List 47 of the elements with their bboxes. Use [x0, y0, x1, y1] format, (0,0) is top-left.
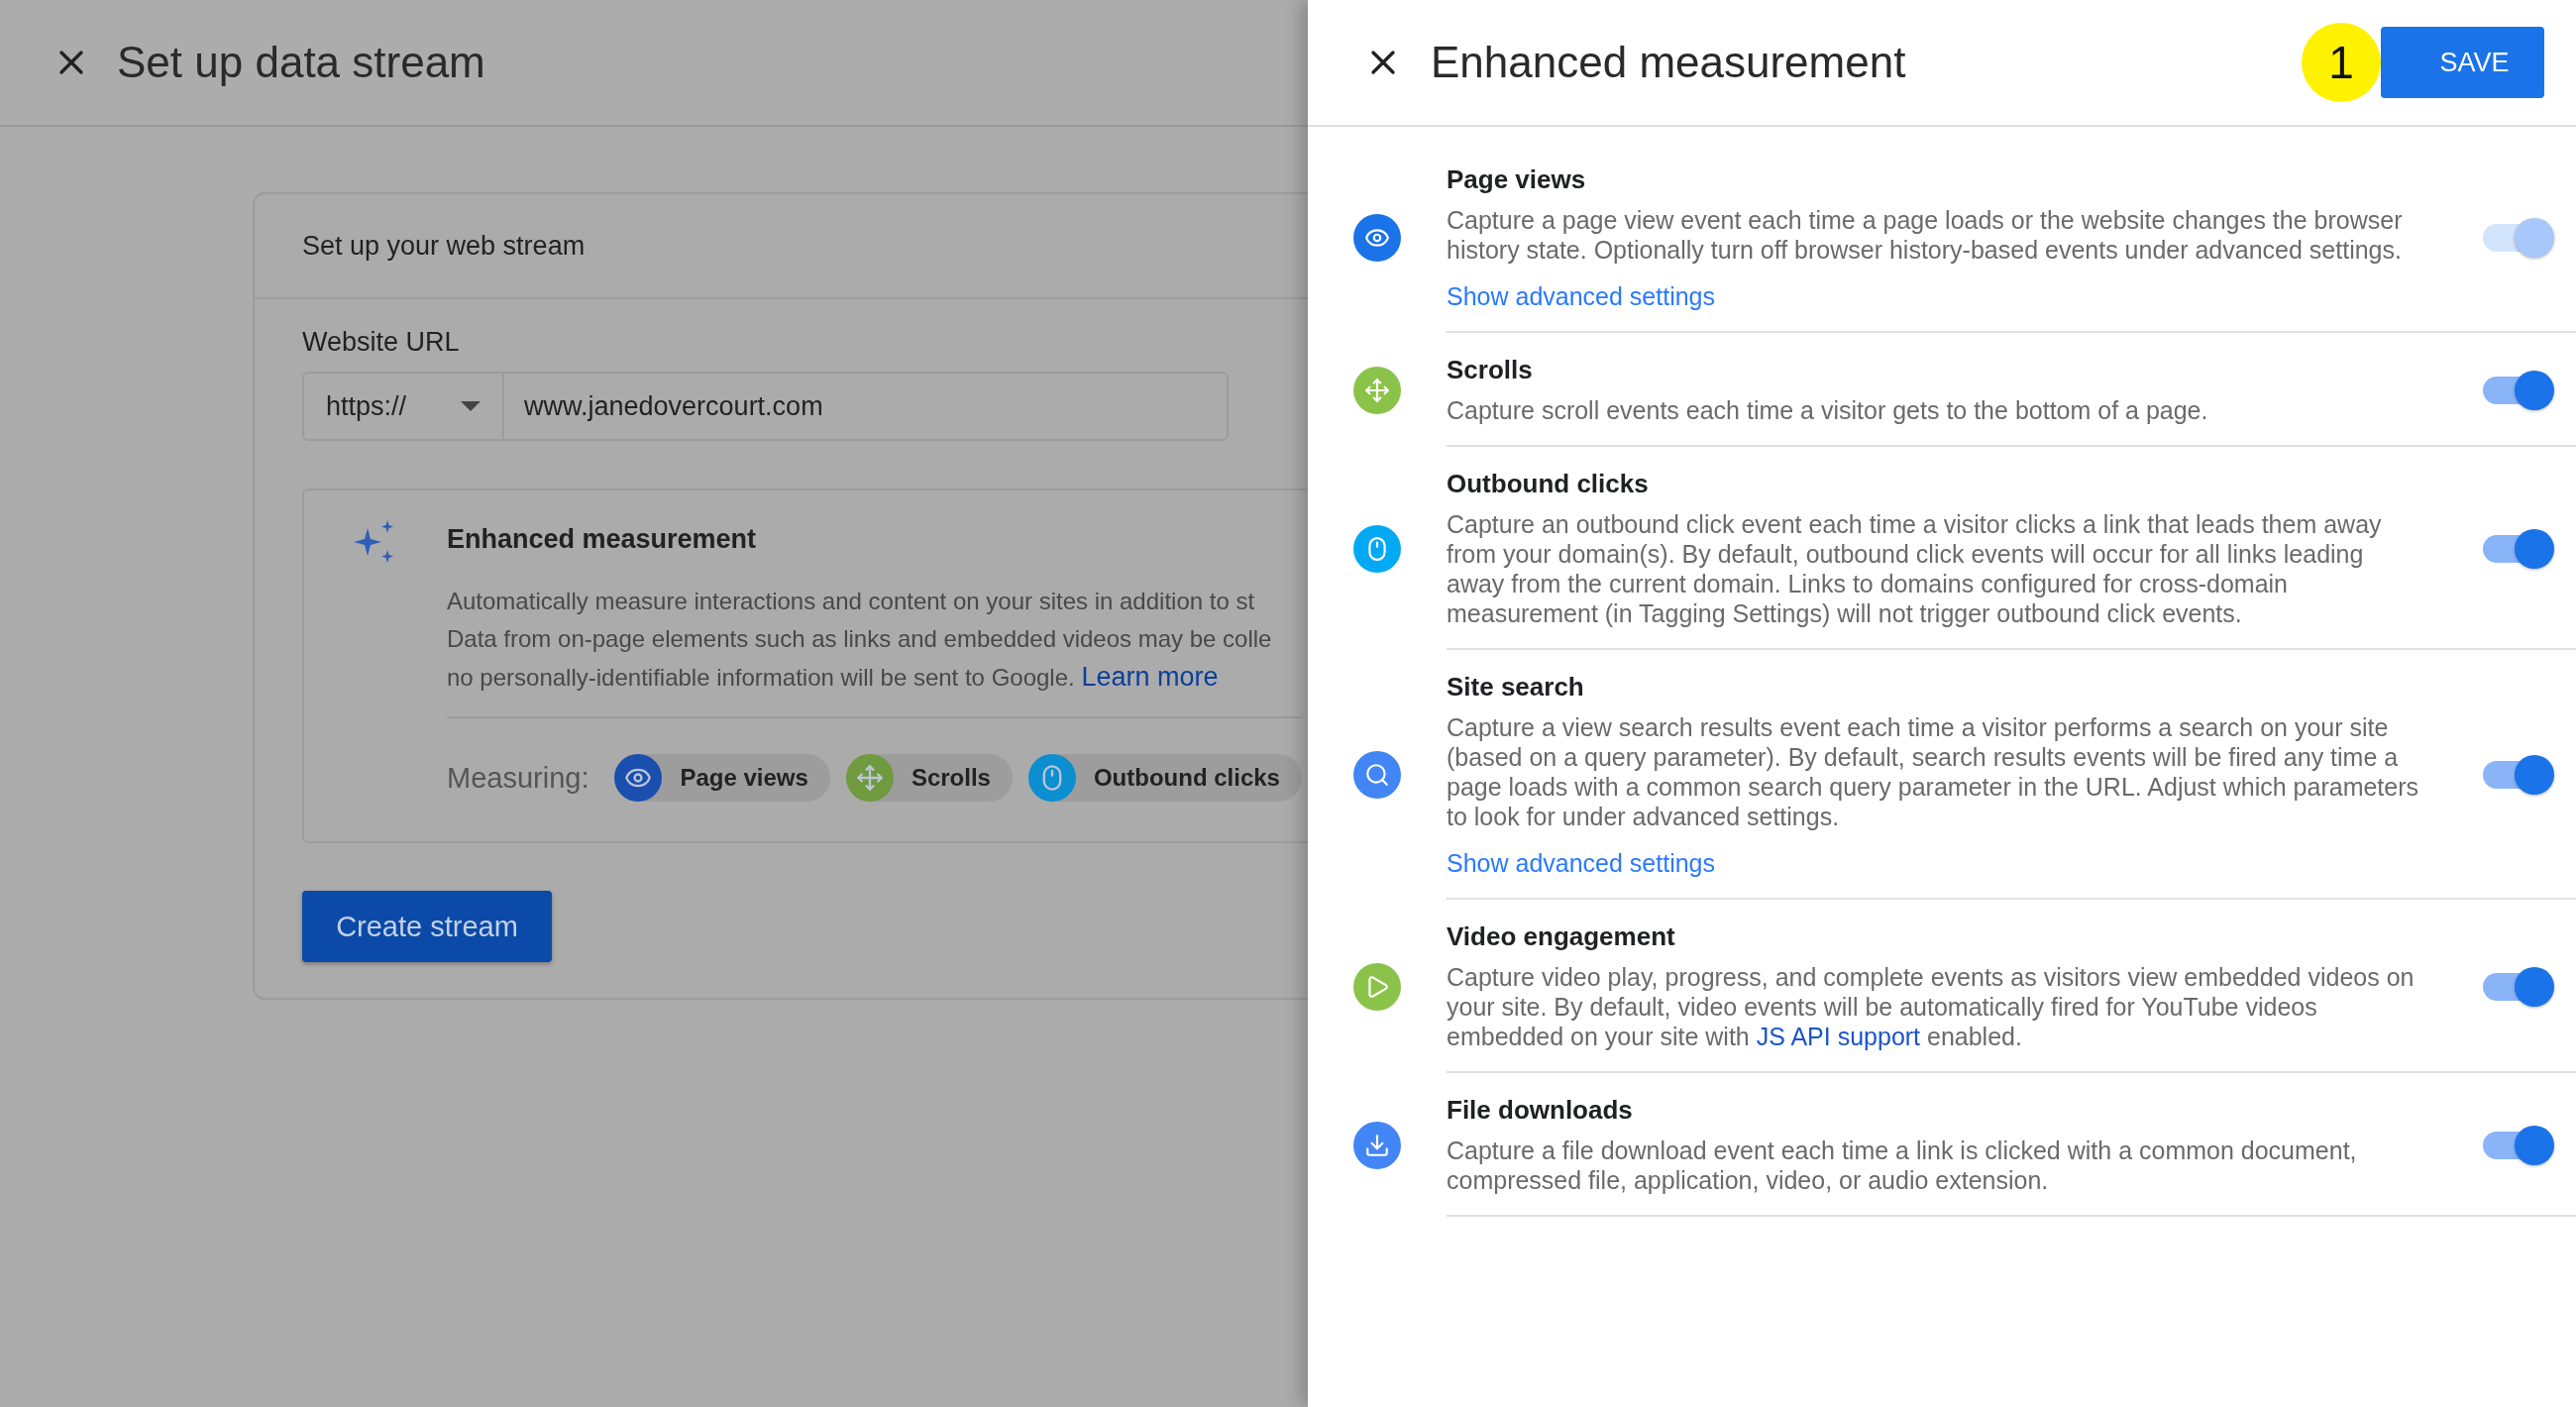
api-support-link[interactable]: JS API support [1756, 1023, 1921, 1050]
measurement-chip: Page views [614, 754, 830, 802]
eye-icon [1353, 214, 1401, 262]
section-title: Enhanced measurement [447, 524, 758, 555]
url-input-field[interactable]: https:// www.janedovercourt.com [302, 372, 1229, 441]
measurement-chip: Scrolls [845, 754, 1013, 802]
search-icon [1353, 751, 1401, 799]
setting-description: Capture an outbound click event each time a visitor clicks a link that leads them away from your domain(s). By default, outbound click events will occur for all links leading away from the current domain. Links to domains configured for cross-domain measurement (in Tagging Settings) will not trigger outbound click events. [1447, 509, 2383, 628]
description-line: Automatically measure interactions and content on your sites in addition to st [447, 587, 1256, 616]
save-button[interactable]: SAVE [2381, 27, 2544, 98]
toggle-switch[interactable] [2483, 1125, 2554, 1165]
setting-title: Site search [1447, 672, 1585, 703]
toggle-switch[interactable] [2483, 755, 2554, 795]
measuring-label: Measuring: [447, 761, 590, 795]
panel-title: Enhanced measurement [1431, 38, 1906, 87]
setting-title: Outbound clicks [1447, 469, 1650, 499]
setting-title: File downloads [1447, 1095, 1634, 1126]
mouse-icon [1027, 754, 1076, 802]
protocol-dropdown[interactable]: https:// [304, 374, 504, 439]
field-label: Website URL [302, 327, 461, 358]
setting-title: Video engagement [1447, 921, 1676, 952]
step-badge: 1 [2302, 23, 2381, 102]
setting-title: Scrolls [1447, 355, 1534, 385]
advanced-settings-link[interactable]: Show advanced settings [1447, 849, 1715, 878]
setting-description: Capture a view search results event each time a visitor performs a search on your site (based on a query parameter). By default, search results events will be fired any time a page loads with a common search query parameter in the URL. Adjust which parameters to look for under advanced settings. [1447, 712, 2420, 831]
mouse-icon [1353, 524, 1401, 573]
create-stream-button[interactable]: Create stream [302, 891, 552, 962]
setting-description: Capture scroll events each time a visitor gets to the bottom of a page. [1447, 395, 2209, 425]
learn-more-link[interactable]: Learn more [1081, 662, 1219, 692]
four-arrows-icon [845, 754, 894, 802]
toggle-switch[interactable] [2483, 528, 2554, 569]
page-title: Set up data stream [117, 38, 485, 87]
description-line: no personally-identifiable information will be sent to Google. Learn more [447, 661, 1220, 694]
setting-title: Page views [1447, 164, 1587, 195]
download-icon [1353, 1121, 1401, 1169]
setting-description: Capture video play, progress, and complete events as visitors view embedded videos on your site. By default, video events will be automatically fired for YouTube videos embedded on your site with JS API support enabled. [1447, 962, 2415, 1051]
eye-icon [614, 754, 663, 802]
setting-description: Capture a page view event each time a page loads or the website changes the browser history state. Optionally turn off browser history-based events under advanced settings. [1447, 205, 2404, 265]
toggle-switch[interactable] [2483, 966, 2554, 1007]
caret-icon [461, 401, 481, 411]
play-icon [1353, 962, 1401, 1011]
toggle-switch[interactable] [2483, 370, 2554, 410]
url-value: www.janedovercourt.com [523, 389, 824, 423]
measurement-chip: Outbound clicks [1027, 754, 1302, 802]
four-arrows-icon [1353, 366, 1401, 414]
setting-description: Capture a file download event each time a link is clicked with a common document, compressed file, application, video, or audio extension. [1447, 1136, 2358, 1195]
description-line: Data from on-page elements such as links and embedded videos may be colle [447, 624, 1273, 654]
